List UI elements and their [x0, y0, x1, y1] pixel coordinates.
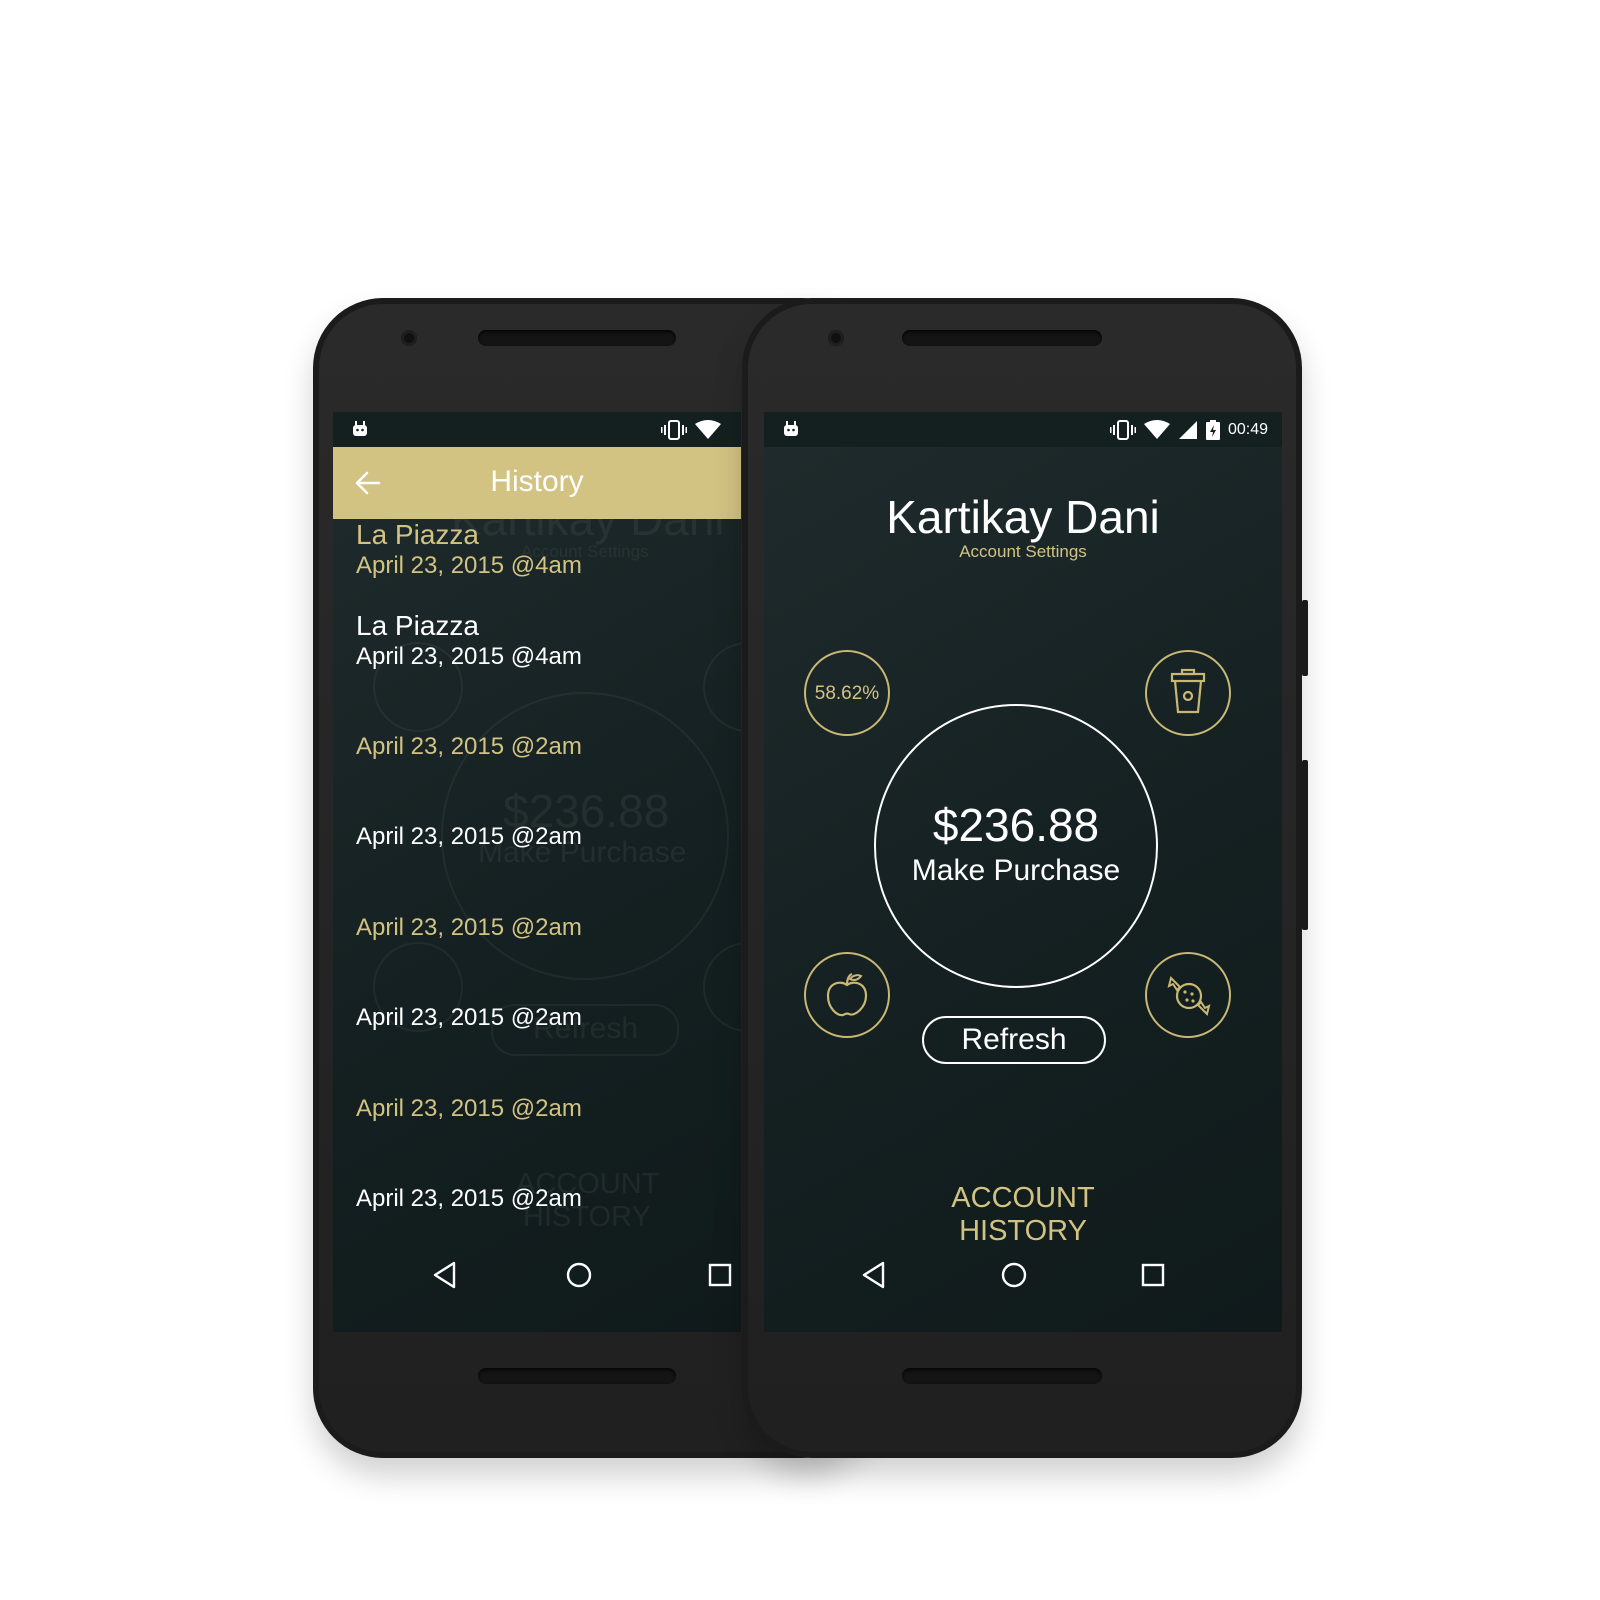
signal-icon: [1178, 421, 1197, 439]
make-purchase-label: Make Purchase: [911, 854, 1121, 887]
home-circle-icon[interactable]: [999, 1260, 1029, 1290]
history-item-date: April 23, 2015 @2am: [356, 1185, 582, 1212]
history-item-date: April 23, 2015 @2am: [356, 914, 582, 941]
top-speaker: [478, 330, 676, 346]
history-item-date: April 23, 2015 @4am: [356, 643, 582, 670]
back-triangle-icon[interactable]: [430, 1260, 460, 1290]
recents-square-icon[interactable]: [1138, 1260, 1168, 1290]
cup-button[interactable]: [1145, 650, 1231, 736]
cup-icon: [1170, 668, 1206, 714]
list-item[interactable]: April 23, 2015 @2am: [356, 1003, 741, 1083]
history-item-date: April 23, 2015 @2am: [356, 733, 582, 760]
history-app-bar: History: [333, 447, 741, 519]
back-triangle-icon[interactable]: [859, 1260, 889, 1290]
bottom-speaker: [902, 1368, 1102, 1384]
status-bar: [333, 412, 741, 447]
account-settings-link[interactable]: Account Settings: [764, 542, 1282, 562]
page-title: History: [490, 465, 584, 498]
bottom-speaker: [478, 1368, 676, 1384]
status-time: 00:49: [1227, 421, 1268, 438]
make-purchase-button[interactable]: $236.88 Make Purchase: [874, 704, 1158, 988]
recents-square-icon[interactable]: [705, 1260, 735, 1290]
apple-icon: [826, 972, 868, 1017]
list-item[interactable]: April 23, 2015 @2am: [356, 913, 741, 993]
list-item[interactable]: La Piazza April 23, 2015 @4am: [356, 610, 741, 690]
percentage-ring[interactable]: 58.62%: [804, 650, 890, 736]
battery-charging-icon: [1205, 420, 1220, 440]
front-camera: [828, 330, 844, 346]
history-item-title: La Piazza: [356, 610, 479, 641]
system-nav-bar: [333, 1240, 741, 1310]
list-item[interactable]: La Piazza April 23, 2015 @4am: [356, 519, 741, 599]
account-history-line1: ACCOUNT: [951, 1182, 1095, 1214]
system-nav-bar: [764, 1240, 1282, 1310]
history-screen: Kartikay Dani Account Settings $236.88 M…: [333, 412, 741, 1332]
user-name: Kartikay Dani: [886, 491, 1160, 543]
balance-amount: $236.88: [932, 799, 1100, 851]
status-bar: 00:49: [764, 412, 1282, 447]
history-item-date: April 23, 2015 @2am: [356, 1095, 582, 1122]
vibrate-icon: [661, 420, 687, 440]
home-screen: 00:49 Kartikay Dani Account Settings 58.…: [764, 412, 1282, 1332]
list-item[interactable]: April 23, 2015 @2am: [356, 822, 741, 902]
candy-button[interactable]: [1145, 952, 1231, 1038]
wifi-icon: [695, 420, 721, 439]
home-circle-icon[interactable]: [564, 1260, 594, 1290]
history-item-title: La Piazza: [356, 519, 479, 550]
history-item-date: April 23, 2015 @2am: [356, 823, 582, 850]
history-item-date: April 23, 2015 @2am: [356, 1004, 582, 1031]
history-item-date: April 23, 2015 @4am: [356, 552, 582, 579]
list-item[interactable]: April 23, 2015 @2am: [356, 1094, 741, 1174]
percentage-value: 58.62%: [814, 683, 880, 704]
list-item[interactable]: April 23, 2015 @2am: [356, 732, 741, 812]
android-notification-icon: [353, 421, 367, 436]
volume-button: [1302, 600, 1308, 676]
apple-button[interactable]: [804, 952, 890, 1038]
front-camera: [401, 330, 417, 346]
wifi-icon: [1143, 420, 1170, 439]
refresh-button[interactable]: Refresh: [922, 1016, 1106, 1064]
android-notification-icon: [784, 421, 798, 436]
top-speaker: [902, 330, 1102, 346]
power-button: [1302, 760, 1308, 930]
candy-icon: [1167, 976, 1211, 1016]
account-history-link[interactable]: ACCOUNT HISTORY: [764, 1182, 1282, 1248]
vibrate-icon: [1109, 420, 1136, 440]
